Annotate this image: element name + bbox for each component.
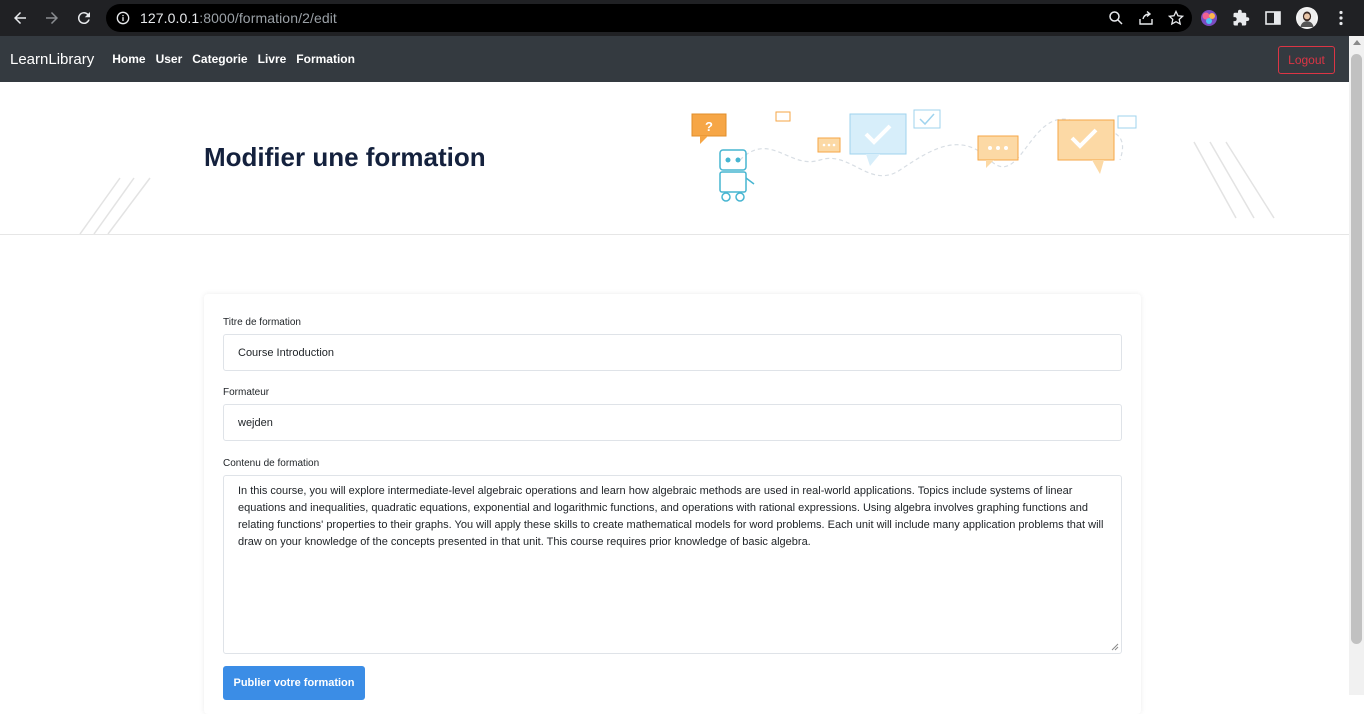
content-label: Contenu de formation (223, 458, 320, 469)
logout-button[interactable]: Logout (1278, 46, 1335, 74)
decorative-lines-left (79, 177, 151, 234)
page-header-banner: Modifier une formation ? (0, 82, 1349, 235)
page-title: Modifier une formation (204, 142, 486, 172)
zoom-icon[interactable] (1108, 10, 1124, 26)
url-host: 127.0.0.1 (140, 10, 200, 26)
decorative-lines-right (1193, 141, 1275, 219)
url-text: 127.0.0.1:8000/formation/2/edit (140, 10, 337, 26)
browser-toolbar: 127.0.0.1:8000/formation/2/edit (0, 0, 1364, 36)
reload-icon[interactable] (68, 0, 100, 36)
address-bar[interactable]: 127.0.0.1:8000/formation/2/edit (106, 4, 1192, 32)
scrollbar-thumb[interactable] (1351, 54, 1362, 644)
formation-edit-form: Titre de formation Course Introduction F… (204, 294, 1141, 714)
nav-link-user[interactable]: User (156, 52, 183, 66)
url-path: :8000/formation/2/edit (199, 10, 337, 26)
side-panel-icon[interactable] (1264, 9, 1282, 27)
content-textarea[interactable]: In this course, you will explore interme… (223, 475, 1122, 654)
title-input[interactable]: Course Introduction (223, 334, 1122, 371)
nav-link-formation[interactable]: Formation (296, 52, 355, 66)
nav-link-categorie[interactable]: Categorie (192, 52, 247, 66)
share-icon[interactable] (1138, 10, 1154, 26)
extensions-puzzle-icon[interactable] (1232, 9, 1250, 27)
title-label: Titre de formation (223, 317, 301, 328)
back-arrow-icon[interactable] (4, 0, 36, 36)
bookmark-star-icon[interactable] (1168, 10, 1184, 26)
scroll-up-arrow-icon[interactable] (1353, 40, 1361, 45)
nav-link-home[interactable]: Home (112, 52, 145, 66)
extension-colorful-icon[interactable] (1200, 9, 1218, 27)
brand-link[interactable]: LearnLibrary (10, 51, 94, 68)
trainer-input[interactable]: wejden (223, 404, 1122, 441)
page-scrollbar[interactable] (1349, 36, 1364, 695)
chat-robot-illustration: ? (691, 109, 1137, 202)
svg-text:?: ? (705, 119, 713, 134)
resize-grip-icon[interactable] (1111, 643, 1119, 651)
trainer-label: Formateur (223, 387, 270, 398)
site-info-icon[interactable] (116, 11, 130, 25)
profile-avatar[interactable] (1296, 7, 1318, 29)
forward-arrow-icon[interactable] (36, 0, 68, 36)
app-navbar: LearnLibrary Home User Categorie Livre F… (0, 36, 1349, 82)
browser-menu-icon[interactable] (1332, 9, 1350, 27)
content-text: In this course, you will explore interme… (238, 485, 1104, 548)
nav-link-livre[interactable]: Livre (258, 52, 287, 66)
